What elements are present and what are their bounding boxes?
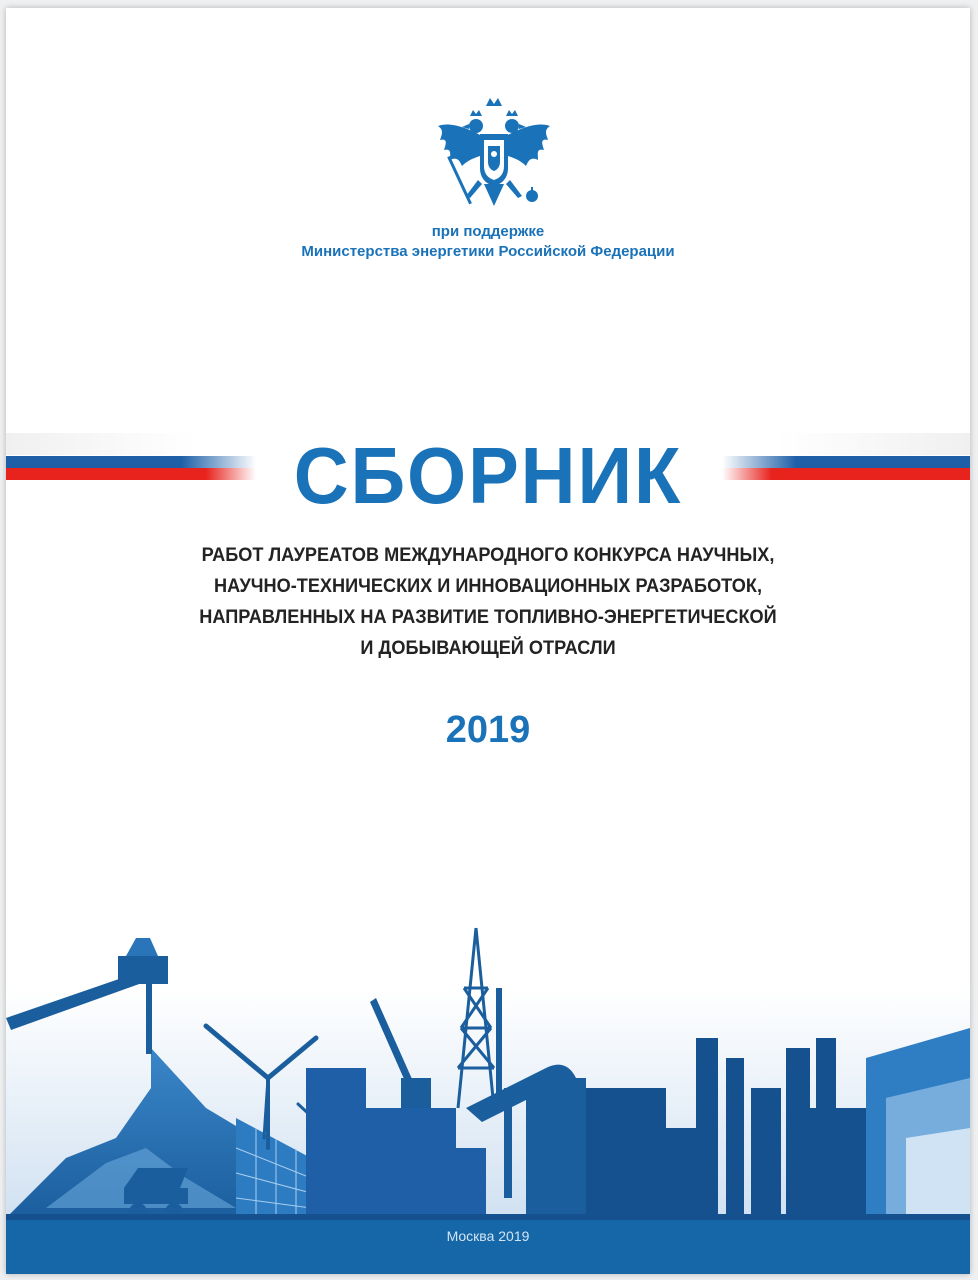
support-caption: при поддержке	[431, 223, 545, 240]
cover-subtitle: РАБОТ ЛАУРЕАТОВ МЕЖДУНАРОДНОГО КОНКУРСА …	[40, 540, 937, 664]
footer-city-year: Москва 2019	[446, 1228, 530, 1244]
industry-skyline-illustration	[6, 927, 970, 1238]
cover-year: 2019	[445, 709, 531, 751]
ministry-name: Министерства энергетики Российской Федер…	[301, 243, 675, 260]
cover-page: при поддержке Министерства энергетики Ро…	[6, 8, 970, 1274]
subtitle-line: И ДОБЫВАЮЩЕЙ ОТРАСЛИ	[360, 637, 616, 659]
cover-title: СБОРНИК	[293, 431, 683, 520]
subtitle-line: НАПРАВЛЕННЫХ НА РАЗВИТИЕ ТОПЛИВНО-ЭНЕРГЕ…	[199, 606, 777, 628]
conveyor-head	[118, 956, 168, 984]
subtitle-line: РАБОТ ЛАУРЕАТОВ МЕЖДУНАРОДНОГО КОНКУРСА …	[201, 544, 775, 566]
hydro-dam	[866, 1028, 970, 1228]
double-headed-eagle-emblem-icon	[438, 98, 550, 206]
subtitle-line: НАУЧНО-ТЕХНИЧЕСКИХ И ИННОВАЦИОННЫХ РАЗРА…	[213, 575, 763, 597]
